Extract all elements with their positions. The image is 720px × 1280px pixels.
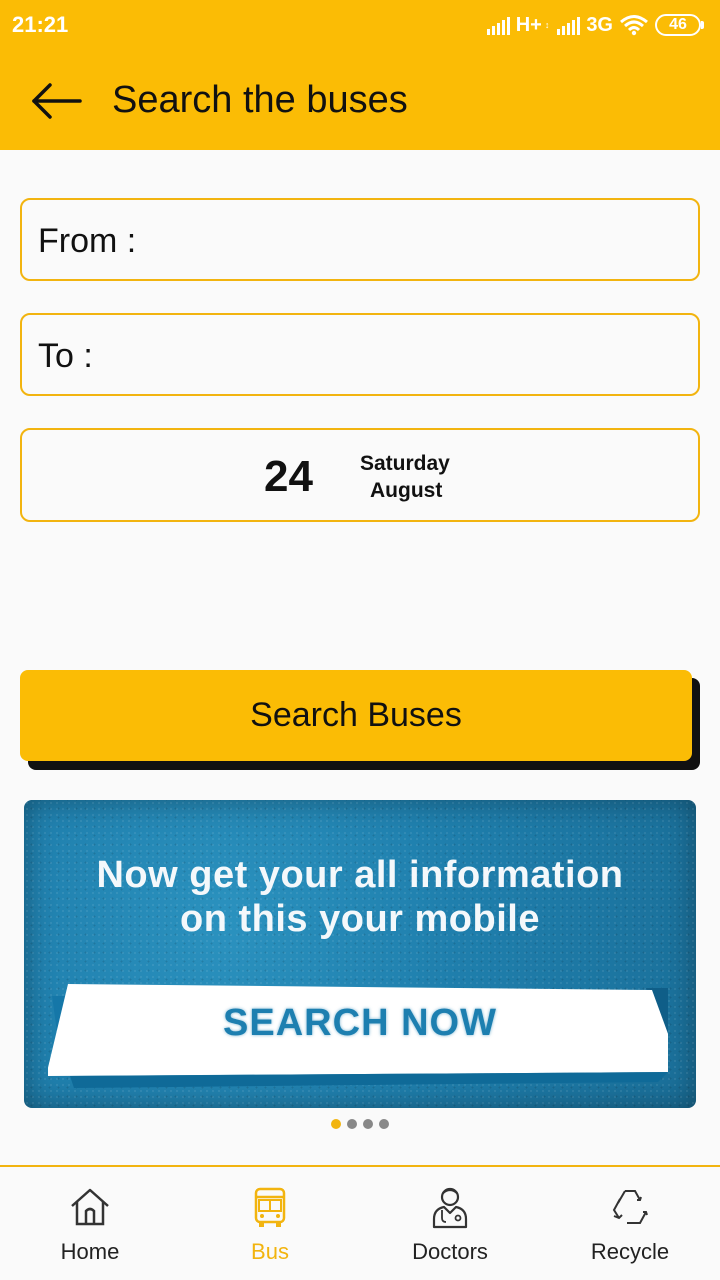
- signal-icon-2: [557, 15, 581, 35]
- status-bar: 21:21 H+ ↕ 3G 46: [0, 0, 720, 50]
- carousel-dot[interactable]: [363, 1119, 373, 1129]
- nav-label-home: Home: [60, 1239, 120, 1264]
- battery-icon: 46: [655, 14, 704, 36]
- bus-search-screen: 21:21 H+ ↕ 3G 46 Search the buses From:…: [0, 0, 720, 1280]
- app-bar: Search the buses: [0, 55, 720, 150]
- to-field[interactable]: To :: [20, 313, 700, 396]
- network-type-2: 3G: [586, 13, 613, 36]
- nav-item-doctors[interactable]: Doctors: [360, 1167, 540, 1280]
- nav-label-doctors: Doctors: [412, 1239, 488, 1264]
- doctor-icon: [432, 1187, 468, 1229]
- to-input[interactable]: [152, 329, 684, 381]
- to-label: To :: [38, 337, 93, 375]
- status-icons: H+ ↕ 3G 46: [486, 10, 704, 40]
- nav-item-bus[interactable]: Bus: [180, 1167, 360, 1280]
- date-picker[interactable]: 24 Saturday August: [20, 428, 700, 522]
- date-month: August: [370, 479, 443, 502]
- header: 21:21 H+ ↕ 3G 46 Search the buses: [0, 0, 720, 150]
- banner-headline-2: on this your mobile: [180, 898, 540, 940]
- network-type-1: H+: [515, 13, 542, 36]
- date-day: 24: [264, 452, 313, 501]
- from-label: From :: [38, 222, 137, 260]
- page-title: Search the buses: [112, 79, 408, 121]
- signal-icon: [486, 15, 510, 35]
- bus-icon: [254, 1187, 286, 1227]
- search-buses-button[interactable]: Search Buses: [20, 670, 692, 761]
- from-input[interactable]: [152, 214, 684, 266]
- arrow-left-icon[interactable]: [30, 81, 82, 121]
- nav-label-bus: Bus: [251, 1239, 289, 1264]
- nav-label-recycle: Recycle: [590, 1239, 670, 1264]
- carousel-indicator: [0, 1119, 720, 1129]
- promo-banner[interactable]: Now get your all information on this you…: [24, 800, 696, 1108]
- carousel-dot[interactable]: [331, 1119, 341, 1129]
- nav-item-home[interactable]: Home: [0, 1167, 180, 1280]
- battery-level: 46: [655, 14, 701, 36]
- data-activity-icon: ↕: [544, 20, 550, 30]
- search-now-cta[interactable]: SEARCH NOW: [24, 1002, 696, 1045]
- wifi-icon: [620, 15, 648, 36]
- status-time: 21:21: [12, 12, 69, 37]
- date-weekday: Saturday: [360, 452, 450, 475]
- nav-item-recycle[interactable]: Recycle: [540, 1167, 720, 1280]
- carousel-dot[interactable]: [347, 1119, 357, 1129]
- home-icon: [71, 1188, 109, 1226]
- banner-headline-1: Now get your all information: [96, 854, 624, 896]
- recycle-icon: [612, 1190, 648, 1224]
- carousel-dot[interactable]: [379, 1119, 389, 1129]
- bottom-navigation: Home Bus Doctors Recycle: [0, 1165, 720, 1280]
- from-field[interactable]: From :: [20, 198, 700, 281]
